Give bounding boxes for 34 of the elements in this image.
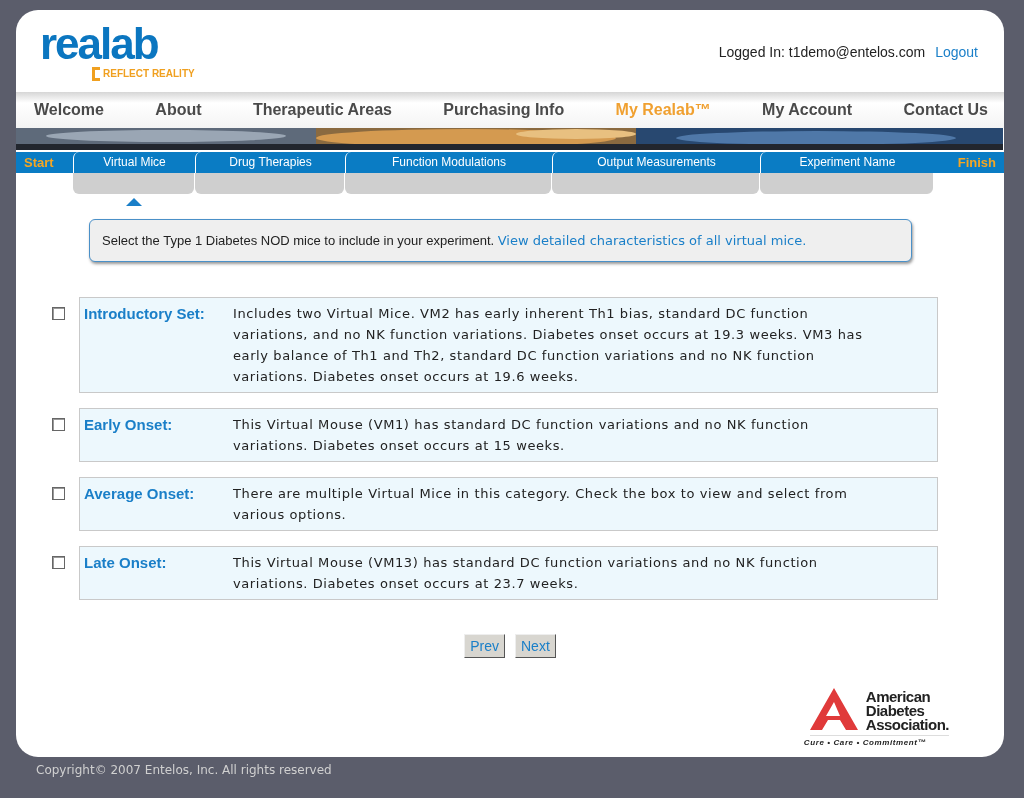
start-label: Start <box>23 155 55 170</box>
nav-link[interactable]: Purchasing Info <box>443 101 565 119</box>
nav-button[interactable]: Next <box>515 634 556 658</box>
nav-link[interactable]: My Account <box>762 101 853 119</box>
option-label: Late Onset: <box>84 553 168 573</box>
option-description: There are multiple Virtual Mice in this category. Check the box to view and select from various options. <box>233 485 849 524</box>
checkbox[interactable] <box>52 418 65 431</box>
option-label: Early Onset: <box>84 415 174 435</box>
option-description: This Virtual Mouse (VM1) has standard DC function variations and no NK function variations. Diabetes onset occurs at 15 weeks. <box>233 416 810 455</box>
nav-link[interactable]: About <box>155 101 202 119</box>
bracket-icon <box>92 66 100 81</box>
sponsor-name: Association. <box>865 718 949 732</box>
option-label: Average Onset: <box>84 484 196 504</box>
option-description: Includes two Virtual Mice. VM2 has early inherent Th1 bias, standard DC function variations, and no NK function variations. Diabetes onset occurs at 19.3 weeks. VM3 has early balance of Th1 and Th2, standard DC function variations and no NK function variations. Diabetes onset occurs at 19.6 weeks. <box>233 305 864 386</box>
logout-link[interactable]: Logout <box>935 44 978 60</box>
finish-label: Finish <box>956 155 997 170</box>
nav-button[interactable]: Prev <box>464 634 505 658</box>
checkbox[interactable] <box>52 487 65 500</box>
logo-tagline: REFLECT REALITY <box>103 68 195 79</box>
logo-text: realab <box>40 21 158 66</box>
nav-link[interactable]: Contact Us <box>903 101 988 119</box>
copyright-text: Copyright© 2007 Entelos, Inc. All rights reserved <box>36 763 333 777</box>
sponsor-name: American <box>865 690 932 704</box>
nav-link[interactable]: Welcome <box>34 101 104 119</box>
logged-in-label: Logged In: t1demo@entelos.com <box>718 44 926 60</box>
sponsor-slogan: Cure • Care • Commitment™ <box>803 738 927 747</box>
sponsor-name: Diabetes <box>865 704 926 718</box>
checkbox[interactable] <box>52 556 65 569</box>
characteristics-link[interactable]: View detailed characteristics of all virtual mice. <box>497 233 807 248</box>
instruction-text: Select the Type 1 Diabetes NOD mice to include in your experiment. <box>102 233 495 248</box>
option-description: This Virtual Mouse (VM13) has standard DC function variations and no NK function variations. Diabetes onset occurs at 23.7 weeks. <box>233 554 819 593</box>
nav-link[interactable]: Therapeutic Areas <box>252 101 392 119</box>
option-label: Introductory Set: <box>84 304 206 324</box>
checkbox[interactable] <box>52 307 65 320</box>
